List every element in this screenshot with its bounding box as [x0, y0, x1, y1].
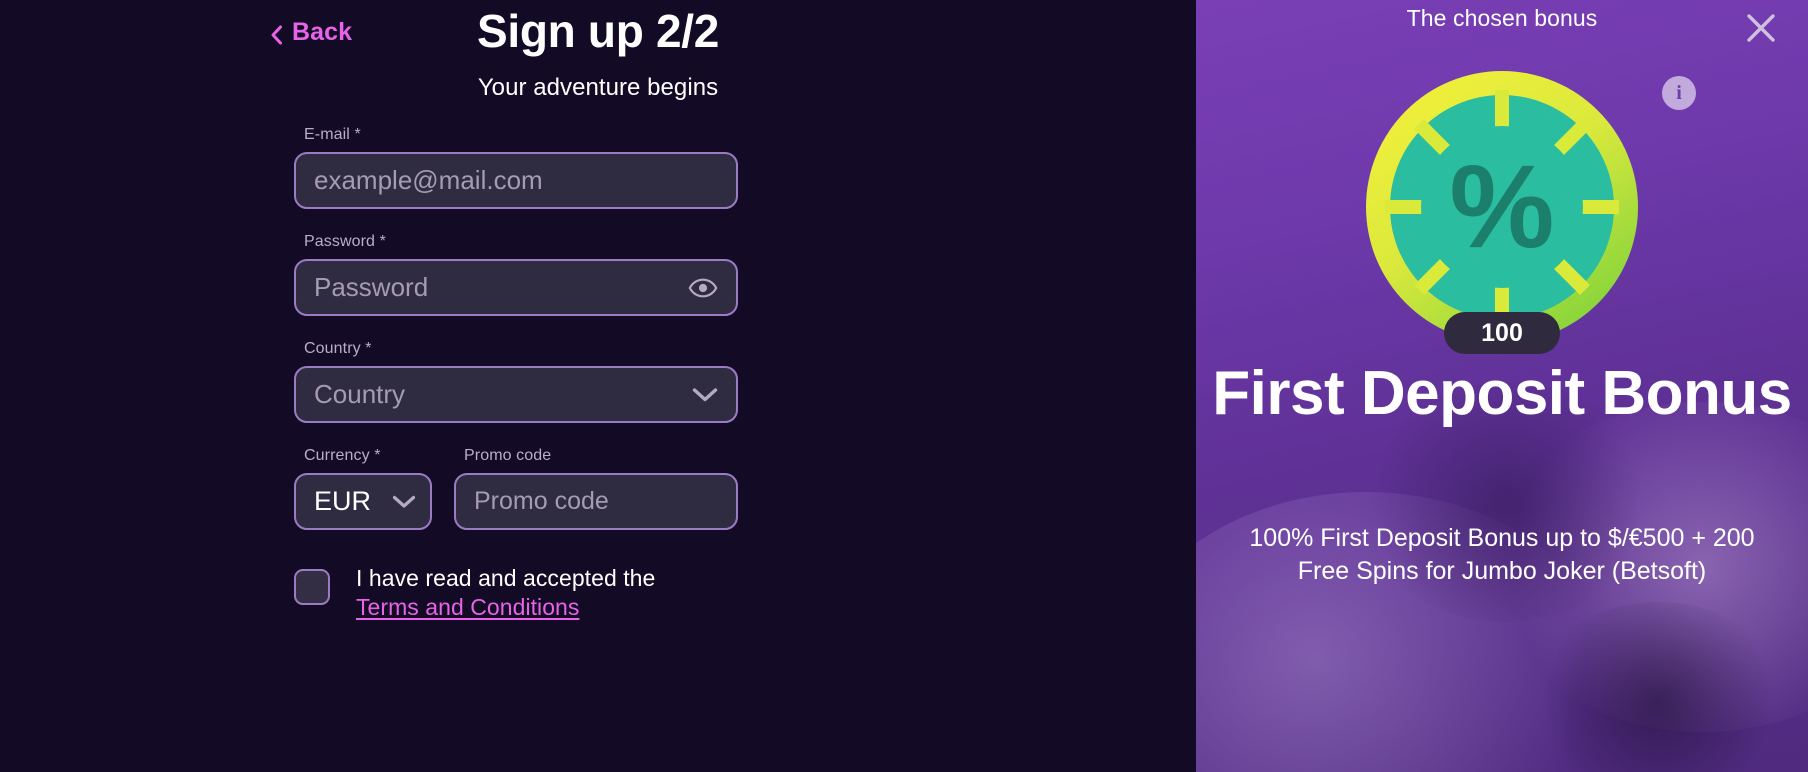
promo-input[interactable] [456, 475, 736, 528]
chevron-left-icon [270, 23, 283, 44]
email-label: E-mail * [304, 126, 361, 143]
terms-and-conditions-link[interactable]: Terms and Conditions [356, 594, 579, 620]
close-icon [1744, 11, 1778, 48]
country-select-value: Country [314, 379, 406, 409]
terms-checkbox[interactable] [294, 569, 330, 605]
country-label: Country * [304, 340, 372, 357]
info-icon[interactable]: i [1662, 76, 1696, 110]
signup-screen: Back Sign up 2/2 Your adventure begins E… [0, 0, 1808, 772]
chevron-down-icon[interactable] [392, 495, 416, 509]
promo-input-shell[interactable] [454, 473, 738, 530]
close-button[interactable] [1732, 0, 1790, 58]
casino-chip-icon: % [1366, 68, 1638, 343]
terms-text: I have read and accepted the Terms and C… [356, 564, 708, 622]
email-field-group: E-mail * [294, 126, 738, 209]
password-field-group: Password * [294, 233, 738, 316]
password-label: Password * [304, 233, 386, 250]
terms-text-prefix: I have read and accepted the [356, 565, 656, 591]
bonus-panel-title: The chosen bonus [1406, 5, 1598, 31]
title-block: Sign up 2/2 Your adventure begins [0, 0, 1196, 102]
chip-count-badge: 100 [1444, 312, 1560, 354]
bonus-panel: The chosen bonus % i 100 First Deposit B… [1196, 0, 1808, 772]
back-label: Back [292, 18, 353, 46]
page-title: Sign up 2/2 [476, 5, 720, 57]
terms-row: I have read and accepted the Terms and C… [294, 564, 738, 622]
bonus-description: 100% First Deposit Bonus up to $/€500 + … [1249, 524, 1755, 585]
bonus-title: First Deposit Bonus [1212, 359, 1792, 428]
eye-icon[interactable] [688, 277, 718, 298]
currency-select[interactable]: EUR [294, 473, 432, 530]
currency-select-value: EUR [314, 486, 372, 516]
background-decoration [1528, 602, 1788, 772]
chevron-down-icon[interactable] [692, 387, 718, 402]
currency-field-group: Currency * EUR [294, 447, 432, 530]
page-subtitle: Your adventure begins [477, 74, 719, 102]
currency-label: Currency * [304, 447, 381, 464]
currency-promo-row: Currency * EUR Promo code [294, 447, 738, 530]
country-field-group: Country * Country [294, 340, 738, 423]
promo-field-group: Promo code [454, 447, 738, 530]
password-input-shell[interactable] [294, 259, 738, 316]
password-input[interactable] [296, 261, 736, 314]
form-header: Back Sign up 2/2 Your adventure begins [0, 0, 1196, 112]
email-input-shell[interactable] [294, 152, 738, 209]
signup-pane: Back Sign up 2/2 Your adventure begins E… [0, 0, 1196, 772]
promo-label: Promo code [464, 447, 552, 464]
country-select[interactable]: Country [294, 366, 738, 423]
email-input[interactable] [296, 154, 736, 207]
bonus-chip-graphic: % i 100 [1363, 68, 1696, 354]
svg-text:%: % [1450, 141, 1555, 273]
signup-form: E-mail * Password * [294, 126, 738, 622]
back-button[interactable]: Back [270, 18, 352, 47]
